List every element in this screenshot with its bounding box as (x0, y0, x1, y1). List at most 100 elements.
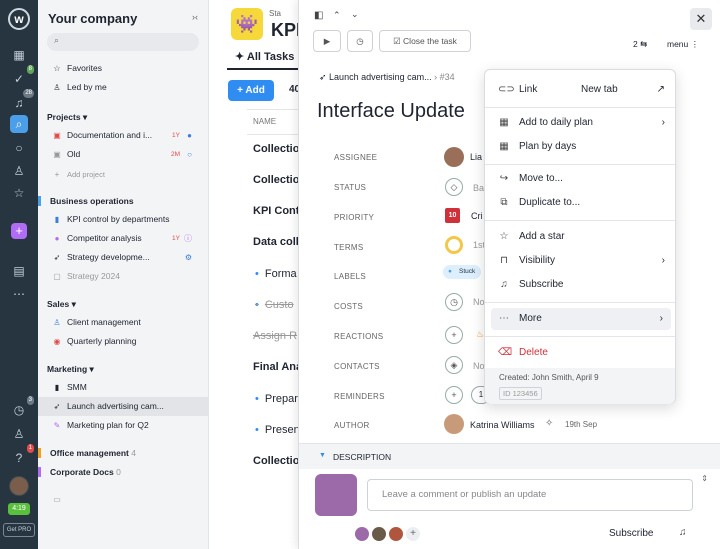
menu-item-plan-by-days[interactable]: ▦ Plan by days (485, 136, 675, 158)
table-row[interactable]: Custo (255, 299, 294, 311)
priority-value[interactable]: Cri (471, 211, 483, 221)
get-pro-button[interactable]: Get PRO (3, 523, 35, 537)
avatar[interactable] (444, 414, 464, 434)
menu-item-move-to[interactable]: ↪ Move to... (485, 168, 675, 190)
sidebar-item-client[interactable]: ♙ Client management (38, 313, 208, 332)
sidebar-item-competitor[interactable]: ● Competitor analysis 1Y ⓘ (38, 229, 208, 248)
task-id[interactable]: ID 123456 (499, 387, 542, 400)
comment-input[interactable]: Leave a comment or publish an update (367, 479, 693, 511)
costs-value[interactable]: No (473, 297, 485, 307)
menu-item-add-daily-plan[interactable]: ▦ Add to daily plan › (485, 112, 675, 134)
assignee-value[interactable]: Lia (470, 152, 482, 162)
table-row[interactable]: Prepar (255, 393, 298, 405)
tab-all-tasks[interactable]: ✦ All Tasks (235, 50, 294, 63)
chat-icon[interactable]: ○ (10, 139, 28, 157)
menu-item-link[interactable]: ⊂⊃ Link New tab ↗ (485, 79, 675, 101)
sidebar-item-strategy-2024[interactable]: ▢ Strategy 2024 (38, 267, 208, 286)
sidebar-item-marketing-plan[interactable]: ✎ Marketing plan for Q2 (38, 416, 208, 435)
sidebar-item-strategy[interactable]: ➶ Strategy developme... ⚙ (38, 248, 208, 267)
task-title[interactable]: Interface Update (317, 100, 465, 123)
avatar[interactable] (371, 526, 387, 542)
table-row[interactable]: Collection (253, 143, 299, 155)
office-management-header[interactable]: Office management 4 (38, 448, 136, 458)
layout-icon[interactable]: ◧ (314, 10, 323, 21)
sidebar-item-project[interactable]: ▣ Documentation and i... 1Y ● (38, 126, 208, 145)
subtask-count[interactable]: 2 ⇆ (633, 39, 647, 50)
contacts-icon[interactable]: ◈ (445, 356, 463, 374)
table-row[interactable]: Data coll (253, 236, 299, 248)
add-reaction-button[interactable]: + (445, 326, 463, 344)
app-logo[interactable]: w (8, 8, 30, 30)
label-chip[interactable]: ● Stuck (443, 265, 482, 279)
create-button[interactable]: + (11, 223, 27, 239)
menu-item-add-star[interactable]: ☆ Add a star (485, 226, 675, 248)
chevron-up-icon[interactable]: ⌃ (333, 10, 341, 21)
table-row[interactable]: Collection (253, 455, 299, 467)
new-tab-link[interactable]: New tab (581, 79, 618, 101)
column-header-name[interactable]: NAME (247, 109, 299, 135)
status-value[interactable]: Ba (473, 183, 484, 193)
sidebar-item-project[interactable]: ▣ Old 2M ○ (38, 145, 208, 164)
menu-item-duplicate-to[interactable]: ⧉ Duplicate to... (485, 192, 675, 214)
help-icon[interactable]: ? 1 (10, 444, 34, 467)
sidebar-item-led-by-me[interactable]: ♙ Led by me (38, 78, 208, 97)
tasks-icon[interactable]: ✓ 8 (10, 65, 34, 88)
table-row[interactable]: KPI Cont (253, 205, 299, 217)
add-task-button[interactable]: + Add (228, 80, 274, 101)
close-icon[interactable]: ✕ (690, 8, 712, 30)
play-button[interactable]: ▶ (313, 30, 341, 52)
add-user-icon[interactable]: ♙ (10, 425, 28, 443)
company-name[interactable]: Your company (48, 11, 137, 26)
add-reminder-button[interactable]: + (445, 386, 463, 404)
search-input[interactable]: ⌕ (47, 33, 199, 51)
grid-icon[interactable]: ▦ (10, 46, 28, 64)
table-row[interactable]: Forma (255, 268, 297, 280)
collapse-icon[interactable]: ›‹ (192, 12, 198, 22)
bell-icon[interactable]: ♫ 28 (10, 89, 34, 112)
contacts-value[interactable]: No (473, 361, 485, 371)
sales-header[interactable]: Sales ▾ (47, 299, 76, 310)
projects-header[interactable]: Projects ▾ (47, 112, 87, 123)
description-section[interactable]: ▼ DESCRIPTION (299, 443, 720, 469)
menu-item-more[interactable]: ⋯ More › (491, 308, 671, 330)
user-avatar[interactable] (9, 476, 29, 496)
chevron-down-icon[interactable]: ⌄ (351, 9, 359, 20)
timer-icon[interactable]: ◷ 3 (10, 396, 34, 419)
table-row[interactable]: Collection (253, 174, 299, 186)
add-subscriber-button[interactable]: + (405, 526, 421, 542)
star-icon[interactable]: ☆ (10, 184, 28, 202)
author-name[interactable]: Katrina Williams (470, 420, 535, 430)
people-icon[interactable]: ♙ (10, 162, 28, 180)
menu-button[interactable]: menu ⋮ (667, 39, 699, 50)
sidebar-item-quarterly[interactable]: ◉ Quarterly planning (38, 332, 208, 351)
add-project-button[interactable]: + Add project (38, 165, 208, 184)
sidebar-item-launch[interactable]: ➶ Launch advertising cam... (38, 397, 208, 416)
table-row[interactable]: Final Ana (253, 361, 299, 373)
close-task-button[interactable]: ☑ Close the task (379, 30, 471, 52)
expand-icon[interactable]: ⇕ (701, 474, 708, 483)
sidebar-item-kpi[interactable]: ▮ KPI control by departments (38, 210, 208, 229)
menu-item-delete[interactable]: ⌫ Delete (485, 342, 675, 364)
sidebar-item-favorites[interactable]: ☆ Favorites (38, 59, 208, 78)
avatar[interactable] (388, 526, 404, 542)
bell-icon[interactable]: ♫ (679, 527, 687, 538)
breadcrumb[interactable]: ➶ Launch advertising cam... › #34 (319, 72, 455, 83)
subscribe-button[interactable]: Subscribe (609, 528, 653, 539)
sidebar-item-smm[interactable]: ▮ SMM (38, 378, 208, 397)
menu-item-subscribe[interactable]: ♫ Subscribe (485, 274, 675, 296)
timer-display[interactable]: 4:19 (8, 503, 30, 515)
avatar[interactable] (354, 526, 370, 542)
table-row[interactable]: Assign R (253, 330, 297, 342)
status-icon[interactable]: ◇ (445, 178, 463, 196)
table-row[interactable]: Presen (255, 424, 299, 436)
table-icon[interactable]: ▤ (10, 262, 28, 280)
terms-progress-icon[interactable] (445, 236, 463, 254)
folder-add-icon[interactable]: ▭ (38, 490, 208, 509)
timer-button[interactable]: ◷ (347, 30, 373, 52)
menu-item-visibility[interactable]: ⊓ Visibility › (485, 250, 675, 272)
priority-badge[interactable]: 10 (445, 208, 460, 223)
business-operations-header[interactable]: Business operations (38, 196, 134, 206)
marketing-header[interactable]: Marketing ▾ (47, 364, 94, 375)
corporate-docs-header[interactable]: Corporate Docs 0 (38, 467, 121, 477)
more-icon[interactable]: ⋯ (10, 285, 28, 303)
